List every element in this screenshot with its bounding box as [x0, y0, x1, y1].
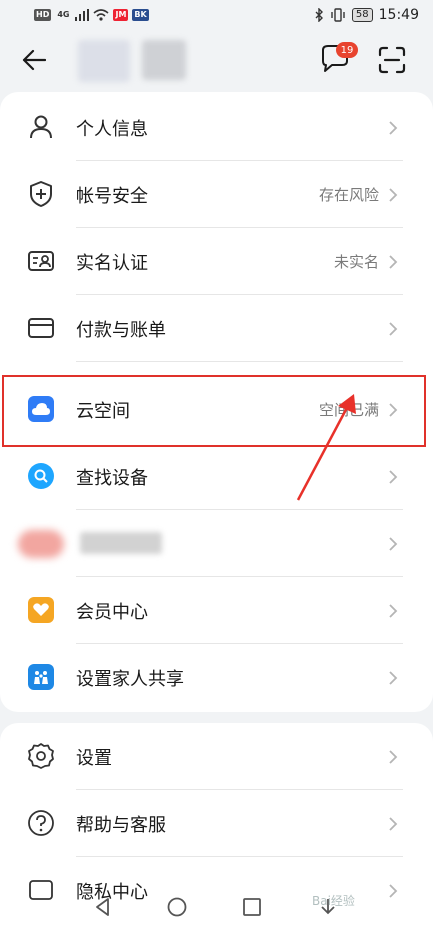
chevron-right-icon	[389, 671, 398, 685]
annotation-arrow-icon	[296, 394, 356, 501]
menu-label: 设置	[76, 747, 112, 769]
back-arrow-icon	[22, 49, 46, 71]
scan-icon	[378, 46, 406, 74]
divider	[76, 361, 403, 362]
header-bar: 19	[0, 30, 433, 90]
status-right: 58 15:49	[314, 7, 419, 23]
status-left: HD 4G JM BK	[34, 9, 149, 21]
menu-label: 设置家人共享	[76, 668, 184, 690]
app-badge-2: BK	[132, 9, 149, 21]
app-badge-1: JM	[113, 9, 129, 21]
menu-label: 个人信息	[76, 118, 148, 140]
chevron-right-icon	[389, 322, 398, 336]
menu-item-personal-info[interactable]: 个人信息	[0, 94, 433, 161]
help-icon	[26, 808, 56, 838]
menu-item-family-share[interactable]: 设置家人共享	[0, 644, 433, 711]
scan-button[interactable]	[376, 44, 408, 76]
shield-plus-icon	[26, 179, 56, 209]
back-triangle-icon[interactable]	[92, 896, 114, 918]
chevron-right-icon	[389, 604, 398, 618]
id-card-icon	[26, 246, 56, 276]
status-bar: HD 4G JM BK 58 15:49	[0, 0, 433, 30]
person-icon	[26, 112, 56, 142]
wifi-icon	[93, 9, 110, 21]
menu-label: 付款与账单	[76, 319, 166, 341]
clock: 15:49	[378, 7, 419, 23]
menu-item-find-device[interactable]: 查找设备	[0, 443, 433, 510]
chevron-right-icon	[389, 255, 398, 269]
watermark: Bai经验	[312, 894, 355, 908]
blurred-username	[142, 40, 186, 80]
menu-label: 实名认证	[76, 252, 148, 274]
blurred-icon	[18, 530, 64, 558]
chevron-right-icon	[389, 750, 398, 764]
back-button[interactable]	[18, 44, 50, 76]
chevron-right-icon	[389, 121, 398, 135]
card-icon	[26, 313, 56, 343]
menu-label: 帐号安全	[76, 185, 148, 207]
bluetooth-icon	[315, 8, 323, 22]
menu-item-member-center[interactable]: 会员中心	[0, 577, 433, 644]
chevron-right-icon	[389, 470, 398, 484]
hd-badge: HD	[34, 9, 52, 21]
menu-item-payment[interactable]: 付款与账单	[0, 295, 433, 362]
recent-square-icon[interactable]	[241, 896, 263, 918]
menu-value: 未实名	[333, 253, 379, 271]
blurred-avatar	[78, 40, 130, 82]
menu-item-real-name[interactable]: 实名认证 未实名	[0, 228, 433, 295]
menu-label: 会员中心	[76, 601, 148, 623]
family-share-icon	[26, 662, 56, 692]
chevron-right-icon	[389, 817, 398, 831]
home-circle-icon[interactable]	[166, 896, 188, 918]
menu-label: 帮助与客服	[76, 814, 166, 836]
system-nav-bar	[0, 876, 433, 936]
signal-icon	[75, 9, 90, 21]
gear-icon	[26, 741, 56, 771]
highlight-box	[2, 375, 426, 447]
chevron-right-icon	[389, 188, 398, 202]
member-heart-icon	[26, 595, 56, 625]
menu-value: 存在风险	[318, 186, 379, 204]
network-type: 4G	[57, 10, 70, 19]
battery-indicator: 58	[351, 8, 373, 22]
chevron-right-icon	[389, 537, 398, 551]
menu-item-blurred[interactable]	[0, 510, 433, 577]
blurred-label	[80, 532, 162, 554]
find-device-icon	[26, 461, 56, 491]
menu-label: 查找设备	[76, 467, 148, 489]
menu-item-help[interactable]: 帮助与客服	[0, 790, 433, 857]
menu-item-account-security[interactable]: 帐号安全 存在风险	[0, 161, 433, 228]
menu-item-settings[interactable]: 设置	[0, 723, 433, 790]
message-badge: 19	[336, 42, 358, 58]
vibrate-icon	[331, 8, 345, 22]
